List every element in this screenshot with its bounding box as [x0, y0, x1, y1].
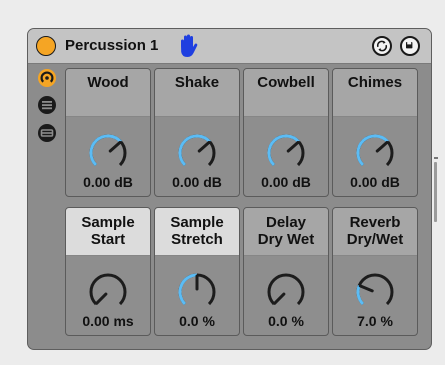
macro-value[interactable]: 0.00 dB	[155, 174, 239, 190]
macro-cell: Sample Start 0.00 ms	[65, 207, 151, 336]
device-activator-button[interactable]	[36, 36, 56, 56]
knob-pointer	[273, 292, 286, 305]
macro-value[interactable]: 0.00 dB	[333, 174, 417, 190]
save-preset-icon[interactable]	[400, 36, 420, 56]
macro-cell: Sample Stretch 0.0 %	[154, 207, 240, 336]
knob-value-arc	[356, 134, 389, 167]
macro-value[interactable]: 7.0 %	[333, 313, 417, 329]
macro-knob[interactable]	[171, 266, 223, 312]
macro-label[interactable]: Sample Start	[66, 208, 150, 256]
knob-pointer	[358, 284, 374, 293]
macro-knobs-icon[interactable]	[37, 68, 57, 88]
macro-value[interactable]: 0.0 %	[244, 313, 328, 329]
macro-label[interactable]: Delay Dry Wet	[244, 208, 328, 256]
macro-knob[interactable]	[349, 266, 401, 312]
macro-label[interactable]: Reverb Dry/Wet	[333, 208, 417, 256]
macro-cell: Wood 0.00 dB	[65, 68, 151, 197]
knob-track	[89, 273, 127, 306]
macro-cell: Delay Dry Wet 0.0 %	[243, 207, 329, 336]
scroll-tick	[434, 157, 438, 159]
knob-value-arc	[89, 134, 122, 167]
hot-swap-icon[interactable]	[372, 36, 392, 56]
device-title[interactable]: Percussion 1	[65, 37, 158, 54]
macro-label[interactable]: Chimes	[333, 69, 417, 117]
knob-pointer	[108, 140, 122, 153]
macro-label[interactable]: Sample Stretch	[155, 208, 239, 256]
knob-value-arc	[178, 134, 211, 167]
knob-pointer	[95, 292, 108, 305]
scroll-divider[interactable]	[434, 162, 437, 222]
knob-value-arc	[178, 273, 198, 306]
macro-label[interactable]: Wood	[66, 69, 150, 117]
macro-knob[interactable]	[171, 127, 223, 173]
knob-pointer	[375, 140, 389, 153]
knob-track	[356, 273, 394, 306]
device-title-bar[interactable]: Percussion 1	[28, 29, 431, 64]
hand-icon[interactable]	[176, 33, 200, 59]
macro-knob[interactable]	[349, 127, 401, 173]
chain-icon[interactable]	[37, 123, 57, 143]
macro-knob[interactable]	[260, 266, 312, 312]
macro-knob[interactable]	[260, 127, 312, 173]
macro-value[interactable]: 0.00 dB	[244, 174, 328, 190]
list-icon[interactable]	[37, 95, 57, 115]
macro-cell: Reverb Dry/Wet 7.0 %	[332, 207, 418, 336]
knob-pointer	[197, 140, 211, 153]
macro-cell: Shake 0.00 dB	[154, 68, 240, 197]
macro-cell: Cowbell 0.00 dB	[243, 68, 329, 197]
macro-knob[interactable]	[82, 266, 134, 312]
macro-label[interactable]: Cowbell	[244, 69, 328, 117]
knob-track	[267, 273, 305, 306]
macro-cell: Chimes 0.00 dB	[332, 68, 418, 197]
knob-pointer	[286, 140, 300, 153]
macro-value[interactable]: 0.0 %	[155, 313, 239, 329]
macro-knob[interactable]	[82, 127, 134, 173]
knob-value-arc	[267, 134, 300, 167]
macro-label[interactable]: Shake	[155, 69, 239, 117]
rack-device: Percussion 1 Wood 0.00 dB Shake 0.00 dB Cowb…	[27, 28, 432, 350]
macro-value[interactable]: 0.00 dB	[66, 174, 150, 190]
macro-value[interactable]: 0.00 ms	[66, 313, 150, 329]
